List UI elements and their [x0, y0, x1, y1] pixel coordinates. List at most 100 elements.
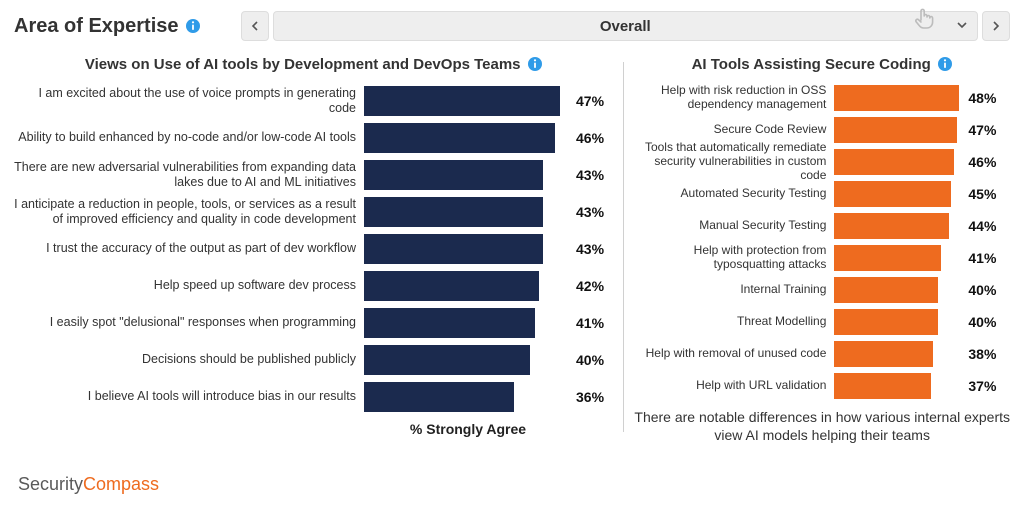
bar-value: 43%	[576, 241, 604, 257]
left-chart: Views on Use of AI tools by Development …	[14, 52, 623, 457]
bar-track	[834, 309, 964, 335]
expertise-dropdown[interactable]: Overall	[273, 11, 978, 41]
bar-value: 36%	[576, 389, 604, 405]
bar-label: Help with removal of unused code	[634, 347, 834, 361]
bar-track	[834, 181, 964, 207]
bar-track	[364, 271, 572, 301]
bar-track	[834, 85, 964, 111]
bar-fill	[834, 213, 948, 239]
bar-value: 38%	[968, 346, 996, 362]
bar-track	[364, 197, 572, 227]
bar-value: 47%	[968, 122, 996, 138]
info-icon[interactable]	[937, 56, 953, 72]
bar-label: I trust the accuracy of the output as pa…	[14, 241, 364, 255]
right-chart-caption: There are notable differences in how var…	[634, 408, 1010, 444]
bar-fill	[834, 245, 941, 271]
bar-label: Decisions should be published publicly	[14, 352, 364, 366]
bar-fill	[834, 117, 956, 143]
right-chart-title: AI Tools Assisting Secure Coding	[692, 56, 931, 73]
bar-value: 48%	[968, 90, 996, 106]
bar-track	[364, 382, 572, 412]
prev-button[interactable]	[241, 11, 269, 41]
bar-label: Secure Code Review	[634, 123, 834, 137]
page: Area of Expertise Overall	[0, 0, 1024, 505]
chart-bar-row: I believe AI tools will introduce bias i…	[14, 378, 613, 415]
selector-label: Overall	[600, 18, 651, 35]
bar-track	[364, 345, 572, 375]
bar-value: 44%	[968, 218, 996, 234]
bar-label: I easily spot "delusional" responses whe…	[14, 315, 364, 329]
left-chart-title: Views on Use of AI tools by Development …	[85, 56, 521, 73]
right-chart-title-row: AI Tools Assisting Secure Coding	[634, 52, 1010, 76]
chart-bar-row: Ability to build enhanced by no-code and…	[14, 119, 613, 156]
bar-value: 46%	[968, 154, 996, 170]
left-chart-rows: I am excited about the use of voice prom…	[14, 82, 613, 415]
bar-track	[364, 308, 572, 338]
chart-bar-row: I am excited about the use of voice prom…	[14, 82, 613, 119]
expertise-selector: Overall	[241, 11, 1010, 41]
bar-value: 46%	[576, 130, 604, 146]
bar-value: 47%	[576, 93, 604, 109]
bar-label: Help with protection from typosquatting …	[634, 244, 834, 272]
bar-label: I anticipate a reduction in people, tool…	[14, 197, 364, 226]
bar-label: I am excited about the use of voice prom…	[14, 86, 364, 115]
info-icon[interactable]	[185, 18, 201, 34]
header: Area of Expertise Overall	[14, 8, 1010, 44]
bar-track	[364, 86, 572, 116]
chart-bar-row: Help with risk reduction in OSS dependen…	[634, 82, 1010, 114]
bar-track	[834, 245, 964, 271]
bar-value: 41%	[576, 315, 604, 331]
bar-value: 37%	[968, 378, 996, 394]
left-chart-title-row: Views on Use of AI tools by Development …	[14, 52, 613, 76]
bar-label: There are new adversarial vulnerabilitie…	[14, 160, 364, 189]
bar-value: 40%	[576, 352, 604, 368]
bar-fill	[834, 181, 951, 207]
chevron-down-icon	[957, 20, 967, 33]
left-chart-xunit: % Strongly Agree	[364, 421, 572, 437]
chart-bar-row: Decisions should be published publicly 40…	[14, 341, 613, 378]
bar-track	[834, 117, 964, 143]
bar-value: 40%	[968, 314, 996, 330]
bar-label: Threat Modelling	[634, 315, 834, 329]
bar-value: 43%	[576, 167, 604, 183]
bar-track	[364, 234, 572, 264]
bar-label: Help speed up software dev process	[14, 278, 364, 292]
chart-bar-row: I trust the accuracy of the output as pa…	[14, 230, 613, 267]
bar-track	[364, 160, 572, 190]
bar-track	[364, 123, 572, 153]
bar-value: 40%	[968, 282, 996, 298]
chart-bar-row: I anticipate a reduction in people, tool…	[14, 193, 613, 230]
bar-fill	[834, 277, 938, 303]
bar-fill	[364, 382, 514, 412]
bar-fill	[364, 234, 543, 264]
bar-value: 43%	[576, 204, 604, 220]
chart-bar-row: Manual Security Testing44%	[634, 210, 1010, 242]
bar-fill	[834, 373, 930, 399]
bar-track	[834, 373, 964, 399]
info-icon[interactable]	[527, 56, 543, 72]
bar-label: Ability to build enhanced by no-code and…	[14, 130, 364, 144]
brand-second: Compass	[83, 474, 159, 494]
chart-bar-row: Tools that automatically remediate secur…	[634, 146, 1010, 178]
bar-label: Help with risk reduction in OSS dependen…	[634, 84, 834, 112]
bar-label: Tools that automatically remediate secur…	[634, 141, 834, 182]
next-button[interactable]	[982, 11, 1010, 41]
bar-track	[834, 149, 964, 175]
chart-bar-row: Help with removal of unused code 38%	[634, 338, 1010, 370]
bar-fill	[364, 123, 555, 153]
chart-bar-row: Help with protection from typosquatting …	[634, 242, 1010, 274]
bar-fill	[364, 345, 530, 375]
bar-value: 45%	[968, 186, 996, 202]
bar-track	[834, 213, 964, 239]
bar-fill	[834, 309, 938, 335]
bar-fill	[364, 160, 543, 190]
bar-track	[834, 341, 964, 367]
bar-fill	[364, 86, 560, 116]
chart-bar-row: Help speed up software dev process 42%	[14, 267, 613, 304]
bar-fill	[834, 85, 959, 111]
chart-bar-row: Threat Modelling 40%	[634, 306, 1010, 338]
charts-area: Views on Use of AI tools by Development …	[14, 52, 1010, 457]
chart-bar-row: I easily spot "delusional" responses whe…	[14, 304, 613, 341]
bar-fill	[834, 341, 933, 367]
bar-value: 42%	[576, 278, 604, 294]
